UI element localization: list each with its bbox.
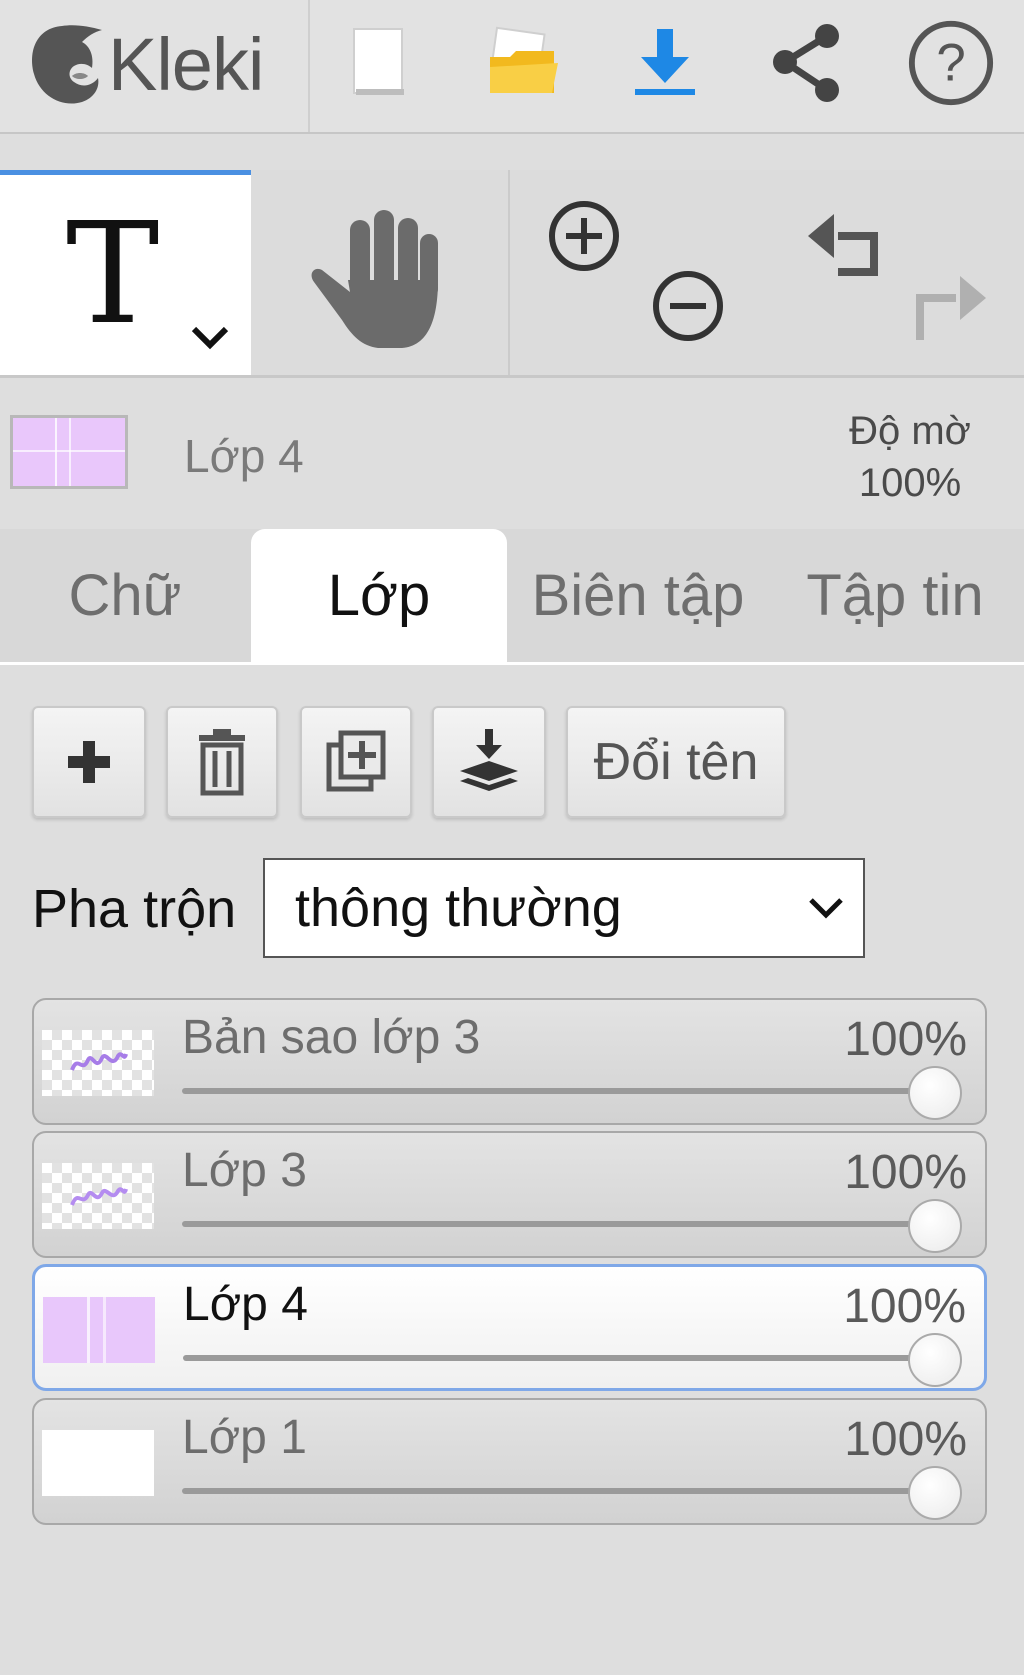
top-toolbar: Kleki ? bbox=[0, 0, 1024, 134]
layer-name: Lớp 3 bbox=[182, 1144, 307, 1197]
app-logo[interactable]: Kleki bbox=[22, 14, 264, 114]
layer-opacity-slider[interactable] bbox=[182, 1488, 952, 1494]
layer-opacity-value: 100% bbox=[843, 1280, 966, 1333]
merge-down-button[interactable] bbox=[432, 706, 546, 818]
layer-opacity-slider[interactable] bbox=[182, 1221, 952, 1227]
layer-opacity-slider[interactable] bbox=[182, 1088, 952, 1094]
layer-opacity-value: 100% bbox=[844, 1146, 967, 1199]
layer-name: Lớp 4 bbox=[183, 1278, 308, 1331]
tab-layers[interactable]: Lớp bbox=[251, 529, 507, 662]
tab-text[interactable]: Chữ bbox=[0, 529, 250, 662]
text-tool-button[interactable]: T bbox=[0, 170, 251, 375]
chevron-down-icon[interactable] bbox=[190, 325, 230, 351]
zoom-out-icon bbox=[653, 271, 723, 341]
current-layer-info: Lớp 4 Độ mờ 100% bbox=[0, 381, 1024, 529]
blend-mode-select[interactable]: thông thường bbox=[263, 858, 865, 958]
scribble-thumbnail-icon bbox=[70, 1187, 128, 1206]
open-folder-icon bbox=[490, 26, 558, 93]
current-layer-opacity[interactable]: Độ mờ 100% bbox=[820, 405, 1000, 509]
redo-button[interactable] bbox=[910, 268, 990, 353]
hand-icon bbox=[311, 210, 438, 348]
layer-opacity-slider[interactable] bbox=[183, 1355, 953, 1361]
share-button[interactable] bbox=[762, 18, 852, 108]
redo-icon bbox=[916, 276, 986, 340]
hand-tool-button[interactable] bbox=[252, 170, 507, 375]
layer-item-selected[interactable]: Lớp 4 100% bbox=[32, 1264, 987, 1391]
help-button[interactable]: ? bbox=[906, 18, 996, 108]
layer-item[interactable]: Lớp 3 100% bbox=[32, 1131, 987, 1258]
undo-icon bbox=[808, 214, 878, 276]
text-tool-icon: T bbox=[66, 193, 160, 356]
delete-layer-button[interactable] bbox=[166, 706, 278, 818]
share-icon bbox=[773, 24, 839, 102]
panel-tabs: Chữ Lớp Biên tập Tập tin bbox=[0, 529, 1024, 665]
layer-name: Lớp 1 bbox=[182, 1411, 307, 1464]
toolbar-divider bbox=[308, 0, 310, 132]
layer-name: Bản sao lớp 3 bbox=[182, 1011, 481, 1064]
download-icon bbox=[635, 29, 695, 95]
blend-mode-value: thông thường bbox=[295, 878, 622, 938]
svg-text:?: ? bbox=[936, 34, 965, 93]
duplicate-layer-button[interactable] bbox=[300, 706, 412, 818]
layer-opacity-value: 100% bbox=[844, 1013, 967, 1066]
layer-thumbnail bbox=[42, 1030, 154, 1096]
add-layer-button[interactable] bbox=[32, 706, 146, 818]
opacity-label: Độ mờ bbox=[849, 409, 971, 453]
layer-opacity-handle[interactable] bbox=[908, 1066, 962, 1120]
rename-layer-button[interactable]: Đổi tên bbox=[566, 706, 786, 818]
layer-item[interactable]: Lớp 1 100% bbox=[32, 1398, 987, 1525]
tool-row: T bbox=[0, 170, 1024, 378]
layer-thumbnail bbox=[42, 1163, 154, 1229]
opacity-value: 100% bbox=[858, 461, 962, 505]
layer-opacity-handle[interactable] bbox=[908, 1333, 962, 1387]
help-icon: ? bbox=[908, 20, 994, 106]
zoom-out-button[interactable] bbox=[650, 268, 726, 349]
layer-thumbnail bbox=[42, 1430, 154, 1496]
tab-edit[interactable]: Biên tập bbox=[510, 529, 766, 662]
tool-separator bbox=[508, 170, 510, 375]
layer-thumbnail bbox=[43, 1297, 155, 1363]
current-layer-thumbnail bbox=[10, 415, 128, 489]
layer-item[interactable]: Bản sao lớp 3 100% bbox=[32, 998, 987, 1125]
undo-button[interactable] bbox=[804, 200, 884, 285]
duplicate-icon bbox=[326, 730, 386, 792]
kleki-logo-icon bbox=[32, 25, 102, 104]
layer-opacity-handle[interactable] bbox=[908, 1466, 962, 1520]
chevron-down-icon bbox=[809, 898, 843, 919]
new-file-icon bbox=[353, 28, 404, 95]
trash-icon bbox=[199, 729, 245, 796]
zoom-in-button[interactable] bbox=[546, 198, 622, 279]
blend-mode-label: Pha trộn bbox=[32, 879, 237, 939]
layer-opacity-handle[interactable] bbox=[908, 1199, 962, 1253]
tab-file[interactable]: Tập tin bbox=[770, 529, 1020, 662]
open-file-button[interactable] bbox=[478, 18, 568, 108]
new-file-button[interactable] bbox=[334, 18, 424, 108]
layer-opacity-value: 100% bbox=[844, 1413, 967, 1466]
scribble-thumbnail-icon bbox=[70, 1052, 128, 1071]
current-layer-name: Lớp 4 bbox=[184, 430, 304, 482]
plus-icon bbox=[68, 741, 110, 783]
zoom-in-icon bbox=[549, 201, 619, 271]
download-button[interactable] bbox=[620, 18, 710, 108]
merge-down-icon bbox=[460, 729, 518, 791]
app-name: Kleki bbox=[108, 22, 264, 106]
